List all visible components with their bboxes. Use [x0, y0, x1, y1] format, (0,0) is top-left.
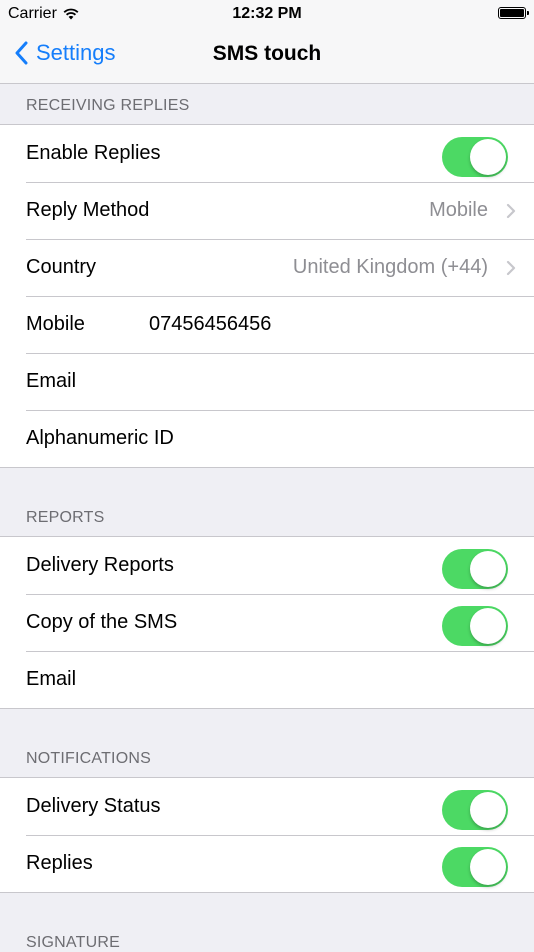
row-label: Replies [26, 852, 93, 874]
row-email[interactable]: Email [0, 353, 534, 410]
row-label: Delivery Reports [26, 554, 174, 576]
row-label: Email [26, 370, 77, 392]
section-header-notifications: NOTIFICATIONS [26, 750, 151, 767]
row-copy-of-sms: Copy of the SMS [0, 594, 534, 651]
country-value: United Kingdom (+44) [292, 256, 488, 278]
group-notifications: Delivery Status Replies [0, 777, 534, 893]
row-reply-method[interactable]: Reply Method Mobile [0, 182, 534, 239]
row-label: Email [26, 668, 77, 690]
status-time: 12:32 PM [232, 5, 302, 22]
section-header-signature: SIGNATURE [26, 934, 120, 951]
chevron-right-icon [506, 203, 516, 219]
enable-replies-toggle[interactable] [442, 137, 508, 177]
row-replies: Replies [0, 835, 534, 892]
row-delivery-reports: Delivery Reports [0, 537, 534, 594]
row-label: Copy of the SMS [26, 611, 178, 633]
group-reports: Delivery Reports Copy of the SMS Email [0, 536, 534, 709]
section-header-reports: REPORTS [26, 509, 105, 526]
delivery-status-toggle[interactable] [442, 790, 508, 830]
row-reports-email[interactable]: Email [0, 651, 534, 708]
navigation-bar: Settings SMS touch [0, 28, 534, 84]
delivery-reports-toggle[interactable] [442, 549, 508, 589]
row-label: Delivery Status [26, 795, 161, 817]
replies-toggle[interactable] [442, 847, 508, 887]
row-country[interactable]: Country United Kingdom (+44) [0, 239, 534, 296]
row-enable-replies: Enable Replies [0, 125, 534, 182]
row-delivery-status: Delivery Status [0, 778, 534, 835]
row-label: Country [26, 256, 97, 278]
page-title: SMS touch [212, 42, 322, 65]
copy-of-sms-toggle[interactable] [442, 606, 508, 646]
row-mobile[interactable]: Mobile 07456456456 [0, 296, 534, 353]
chevron-right-icon [506, 260, 516, 276]
row-label: Mobile [26, 313, 85, 335]
row-label: Reply Method [26, 199, 150, 221]
battery-icon [498, 7, 529, 19]
row-label: Alphanumeric ID [26, 427, 174, 449]
row-label: Enable Replies [26, 142, 161, 164]
row-alphanumeric-id[interactable]: Alphanumeric ID [0, 410, 534, 467]
status-bar: Carrier 12:32 PM [0, 0, 534, 28]
reply-method-value: Mobile [429, 199, 488, 221]
group-receiving-replies: Enable Replies Reply Method Mobile Count… [0, 124, 534, 468]
mobile-field[interactable]: 07456456456 [149, 313, 271, 336]
section-header-receiving-replies: RECEIVING REPLIES [26, 97, 190, 114]
